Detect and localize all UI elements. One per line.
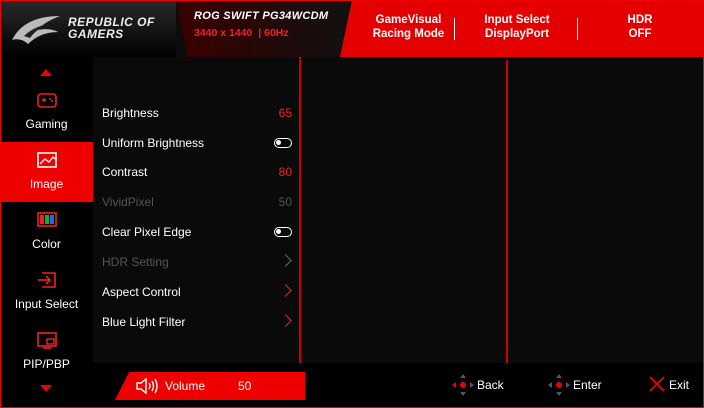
status-hdr: HDR OFF xyxy=(585,13,695,41)
status-input-label: Input Select xyxy=(484,14,550,26)
rog-eye-logo-icon xyxy=(12,16,60,44)
menu-item-contrast[interactable]: Contrast 80 xyxy=(102,162,292,182)
color-icon xyxy=(37,212,57,227)
menu-item-label: Contrast xyxy=(102,165,148,179)
menu-item-label: HDR Setting xyxy=(102,255,169,269)
status-bar: GameVisual Racing Mode Input Select Disp… xyxy=(340,0,704,57)
menu-item-value: 65 xyxy=(278,106,292,120)
status-input-value: DisplayPort xyxy=(485,28,549,40)
menu-item-blue-light-filter[interactable]: Blue Light Filter xyxy=(102,312,292,332)
status-divider xyxy=(454,18,455,40)
toggle-icon[interactable] xyxy=(274,227,292,237)
status-input-select: Input Select DisplayPort xyxy=(458,13,576,41)
menu-item-aspect-control[interactable]: Aspect Control xyxy=(102,282,292,302)
sidebar-item-gaming[interactable]: Gaming xyxy=(0,82,93,142)
dpad-left-icon xyxy=(452,374,474,396)
menu-item-hdr-setting: HDR Setting xyxy=(102,252,292,272)
menu-item-value: 50 xyxy=(278,195,292,209)
osd-header: REPUBLIC OF GAMERS ROG SWIFT PG34WCDM 34… xyxy=(0,0,704,59)
exit-label: Exit xyxy=(669,378,690,392)
volume-shortcut[interactable]: Volume 50 xyxy=(115,372,305,400)
status-gamevisual-value: Racing Mode xyxy=(372,28,445,40)
footer-bar: Volume 50 Back Enter Exit xyxy=(93,363,704,408)
enter-label: Enter xyxy=(573,378,602,392)
status-gamevisual: GameVisual Racing Mode xyxy=(346,13,471,41)
model-name: ROG SWIFT PG34WCDM xyxy=(194,10,329,22)
status-divider xyxy=(577,18,578,40)
submenu-panel xyxy=(301,57,506,363)
menu-item-brightness[interactable]: Brightness 65 xyxy=(102,103,292,123)
scroll-up-arrow-icon[interactable] xyxy=(40,69,52,76)
menu-item-uniform-brightness[interactable]: Uniform Brightness xyxy=(102,133,292,153)
sidebar-item-color[interactable]: Color xyxy=(0,202,93,262)
value-panel xyxy=(508,57,703,363)
gamepad-icon xyxy=(37,93,57,108)
chevron-right-icon xyxy=(279,284,292,297)
sidebar-item-image[interactable]: Image xyxy=(0,142,93,202)
sidebar-item-label: Input Select xyxy=(14,297,79,311)
menu-item-label: Uniform Brightness xyxy=(102,136,205,150)
chevron-right-icon xyxy=(279,254,292,267)
chevron-right-icon xyxy=(279,314,292,327)
brand-line2: GAMERS xyxy=(68,27,124,41)
status-hdr-label: HDR xyxy=(627,14,653,26)
sidebar-item-label: PIP/PBP xyxy=(23,357,70,371)
rog-logo-area: REPUBLIC OF GAMERS xyxy=(0,0,176,59)
menu-item-clear-pixel-edge[interactable]: Clear Pixel Edge xyxy=(102,222,292,242)
sidebar-item-label: Color xyxy=(32,237,61,251)
menu-item-label: VividPixel xyxy=(102,195,154,209)
status-gamevisual-label: GameVisual xyxy=(375,14,442,26)
pip-pbp-icon xyxy=(37,332,57,349)
menu-item-label: Blue Light Filter xyxy=(102,315,186,329)
sidebar: Gaming Image Color Input Select PIP/PBP xyxy=(0,57,93,408)
status-hdr-value: OFF xyxy=(628,28,652,40)
toggle-icon[interactable] xyxy=(274,138,292,148)
back-label: Back xyxy=(477,378,504,392)
sidebar-item-label: Gaming xyxy=(25,117,68,131)
osd-window: REPUBLIC OF GAMERS ROG SWIFT PG34WCDM 34… xyxy=(0,0,704,408)
menu-item-label: Aspect Control xyxy=(102,285,181,299)
close-icon xyxy=(649,376,665,392)
sidebar-item-label: Image xyxy=(29,177,64,191)
brand-name: REPUBLIC OF GAMERS xyxy=(68,16,155,40)
model-info: ROG SWIFT PG34WCDM 3440 x 1440 | 60Hz xyxy=(176,0,352,59)
model-resolution: 3440 x 1440 | 60Hz xyxy=(194,27,289,39)
menu-item-vividpixel: VividPixel 50 xyxy=(102,192,292,212)
menu-item-value: 80 xyxy=(278,165,292,179)
volume-label: Volume xyxy=(165,379,206,393)
resolution-text: 3440 x 1440 xyxy=(194,27,253,39)
scroll-down-arrow-icon[interactable] xyxy=(40,385,52,392)
input-select-icon xyxy=(38,272,56,288)
sidebar-item-pip-pbp[interactable]: PIP/PBP xyxy=(0,322,93,382)
dpad-center-icon xyxy=(548,374,570,396)
speaker-icon xyxy=(136,377,158,395)
sidebar-item-input-select[interactable]: Input Select xyxy=(0,262,93,322)
menu-item-label: Clear Pixel Edge xyxy=(102,225,192,239)
menu-item-label: Brightness xyxy=(102,106,159,120)
refresh-rate-text: 60Hz xyxy=(264,27,289,39)
volume-value: 50 xyxy=(238,379,252,393)
image-icon xyxy=(37,152,57,168)
